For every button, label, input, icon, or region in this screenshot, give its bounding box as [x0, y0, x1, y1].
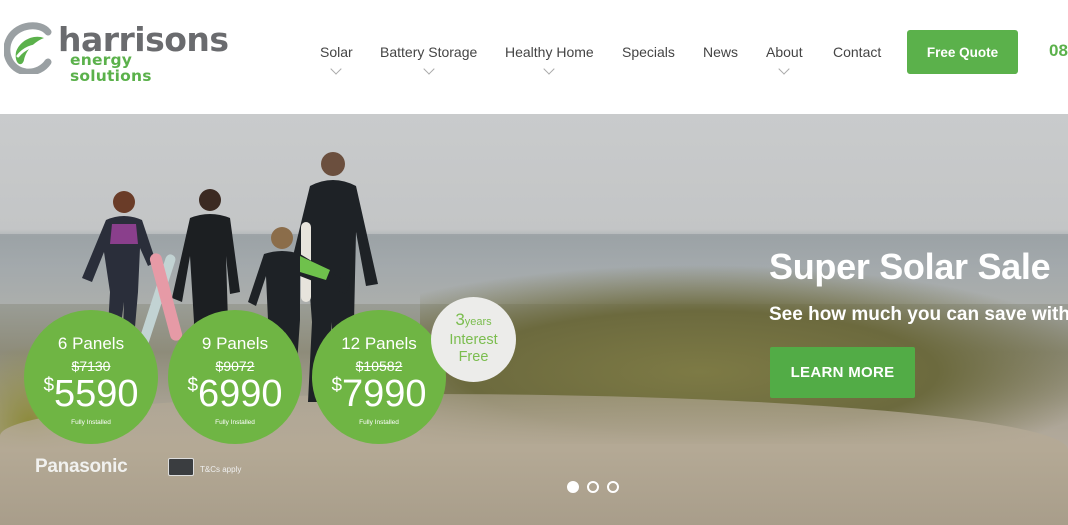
badge-line-2: Interest: [449, 332, 498, 348]
nav-item-solar[interactable]: Solar: [320, 44, 353, 75]
logo-swoosh-icon: [4, 22, 52, 74]
slide-dot-3[interactable]: [607, 481, 619, 493]
offer-note: Fully Installed: [71, 419, 111, 426]
chevron-down-icon: [422, 63, 435, 75]
nav-item-label: Contact: [833, 44, 882, 60]
site-header: harrisons energy solutions Solar Battery…: [0, 0, 1068, 114]
nav-item-news[interactable]: News: [703, 44, 738, 60]
learn-more-button[interactable]: LEARN MORE: [770, 347, 915, 398]
nav-item-about[interactable]: About: [766, 44, 803, 75]
logo-tagline: energy solutions: [70, 51, 152, 85]
offer-note: Fully Installed: [359, 419, 399, 426]
offer-price: $5590: [24, 373, 158, 416]
offer-price: $7990: [312, 373, 446, 416]
logo[interactable]: harrisons energy solutions: [4, 20, 229, 83]
nav-item-label: About: [766, 44, 803, 60]
panasonic-logo: Panasonic: [35, 456, 128, 477]
slide-dot-1[interactable]: [567, 481, 579, 493]
currency-symbol: $: [331, 375, 343, 396]
offer-note: Fully Installed: [215, 419, 255, 426]
terms-note: T&Cs apply: [200, 465, 242, 474]
chevron-down-icon: [543, 63, 556, 75]
panel-product-icon: [168, 458, 194, 476]
phone-number[interactable]: 08: [1049, 41, 1068, 61]
offer-title: 9 Panels: [201, 334, 269, 353]
nav-item-battery-storage[interactable]: Battery Storage: [380, 44, 478, 75]
offer-old-price: $9072: [215, 358, 255, 374]
currency-symbol: $: [187, 375, 199, 396]
offer-12-panels[interactable]: 12 Panels $10582 $7990 Fully Installed: [312, 310, 446, 444]
badge-number: 3: [455, 310, 465, 329]
offer-title: 6 Panels: [57, 334, 125, 353]
nav-item-contact[interactable]: Contact: [833, 44, 881, 60]
offer-old-price: $7130: [71, 358, 111, 374]
chevron-down-icon: [778, 63, 790, 75]
offer-old-price: $10582: [355, 358, 403, 374]
hero-slider: 6 Panels $7130 $5590 Fully Installed 9 P…: [0, 114, 1068, 525]
free-quote-button[interactable]: Free Quote: [907, 30, 1018, 74]
nav-item-healthy-home[interactable]: Healthy Home: [505, 44, 594, 75]
offer-price-value: 7990: [342, 373, 427, 415]
badge-unit: years: [464, 316, 492, 328]
currency-symbol: $: [43, 375, 55, 396]
nav-item-label: Solar: [320, 44, 353, 60]
offer-title: 12 Panels: [341, 334, 417, 353]
badge-line-3: Free: [458, 349, 489, 365]
offer-price: $6990: [168, 373, 302, 416]
nav-item-label: Healthy Home: [505, 44, 594, 60]
chevron-down-icon: [330, 63, 343, 75]
offer-6-panels[interactable]: 6 Panels $7130 $5590 Fully Installed: [24, 310, 158, 444]
interest-free-badge: 3years Interest Free: [431, 297, 516, 382]
interest-free-years: 3years: [431, 311, 516, 328]
nav-item-specials[interactable]: Specials: [622, 44, 675, 60]
hero-title: Super Solar Sale: [769, 246, 1051, 287]
nav-item-label: Specials: [622, 44, 675, 60]
offer-9-panels[interactable]: 9 Panels $9072 $6990 Fully Installed: [168, 310, 302, 444]
hero-subtitle: See how much you can save with S: [769, 304, 1068, 325]
offer-price-value: 5590: [54, 373, 139, 415]
nav-item-label: News: [703, 44, 739, 60]
slide-dot-2[interactable]: [587, 481, 599, 493]
slider-pagination: [567, 481, 619, 493]
nav-item-label: Battery Storage: [380, 44, 478, 60]
offer-price-value: 6990: [198, 373, 283, 415]
